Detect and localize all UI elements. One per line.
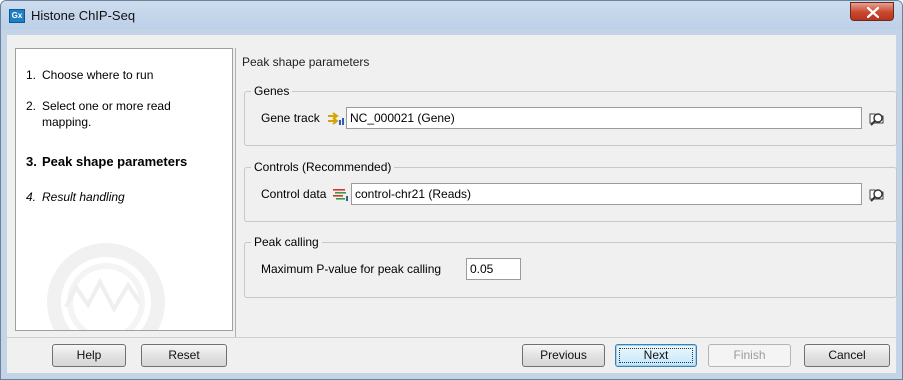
- step-number: 2.: [26, 99, 37, 113]
- finish-button[interactable]: Finish: [708, 344, 791, 367]
- controls-group-legend: Controls (Recommended): [251, 160, 395, 174]
- step-select-read-mapping[interactable]: 2. Select one or more read mapping.: [26, 99, 171, 129]
- step-peak-shape-parameters[interactable]: 3. Peak shape parameters: [26, 154, 187, 169]
- binary-watermark-logo: [47, 243, 165, 330]
- step-number: 3.: [26, 154, 37, 169]
- reset-button[interactable]: Reset: [141, 344, 227, 367]
- wizard-steps-panel: 1. Choose where to run 2. Select one or mo…: [15, 48, 233, 331]
- step-label: Select one or more read: [42, 99, 171, 113]
- max-p-value-label: Maximum P-value for peak calling: [261, 262, 442, 276]
- controls-group: Controls (Recommended) Control data cont…: [244, 160, 897, 222]
- gene-track-label: Gene track: [261, 111, 320, 125]
- step-label: Result handling: [42, 190, 125, 204]
- peak-calling-group: Peak calling Maximum P-value for peak ca…: [244, 235, 897, 298]
- gx-app-icon: Gx: [9, 9, 25, 23]
- max-p-value-input[interactable]: 0.05: [466, 258, 521, 280]
- reads-track-icon: [333, 189, 348, 201]
- window-title: Histone ChIP-Seq: [31, 8, 136, 23]
- help-button[interactable]: Help: [52, 344, 126, 367]
- step-result-handling[interactable]: 4. Result handling: [26, 190, 125, 204]
- peak-calling-group-legend: Peak calling: [251, 235, 322, 249]
- title-bar[interactable]: Gx Histone ChIP-Seq: [1, 1, 902, 29]
- control-data-label: Control data: [261, 187, 327, 201]
- gene-track-icon: [328, 112, 344, 125]
- genes-group: Genes Gene track NC_000021 (Gene): [244, 84, 897, 146]
- step-label: Choose where to run: [42, 68, 154, 82]
- step-content-panel: Peak shape parameters Genes Gene track N…: [235, 48, 897, 337]
- dialog-window: Gx Histone ChIP-Seq 1. Choose where to ru…: [0, 0, 903, 380]
- next-button[interactable]: Next: [615, 344, 697, 367]
- step-number: 4.: [26, 190, 37, 204]
- control-data-field[interactable]: control-chr21 (Reads): [351, 183, 862, 205]
- dialog-body: 1. Choose where to run 2. Select one or mo…: [7, 35, 897, 373]
- step-label-continued: mapping.: [42, 115, 92, 129]
- close-button[interactable]: [850, 2, 894, 21]
- genes-group-legend: Genes: [251, 84, 293, 98]
- browse-folder-icon[interactable]: [867, 184, 887, 204]
- step-label: Peak shape parameters: [42, 154, 188, 169]
- previous-button[interactable]: Previous: [522, 344, 605, 367]
- step-choose-where-to-run[interactable]: 1. Choose where to run: [26, 68, 153, 82]
- cancel-button[interactable]: Cancel: [804, 344, 890, 367]
- gene-track-field[interactable]: NC_000021 (Gene): [346, 107, 862, 129]
- close-icon: [867, 7, 879, 18]
- focus-ring: [619, 348, 693, 363]
- browse-folder-icon[interactable]: [867, 108, 887, 128]
- step-number: 1.: [26, 68, 37, 82]
- footer-divider: [7, 337, 896, 338]
- section-title: Peak shape parameters: [242, 55, 370, 69]
